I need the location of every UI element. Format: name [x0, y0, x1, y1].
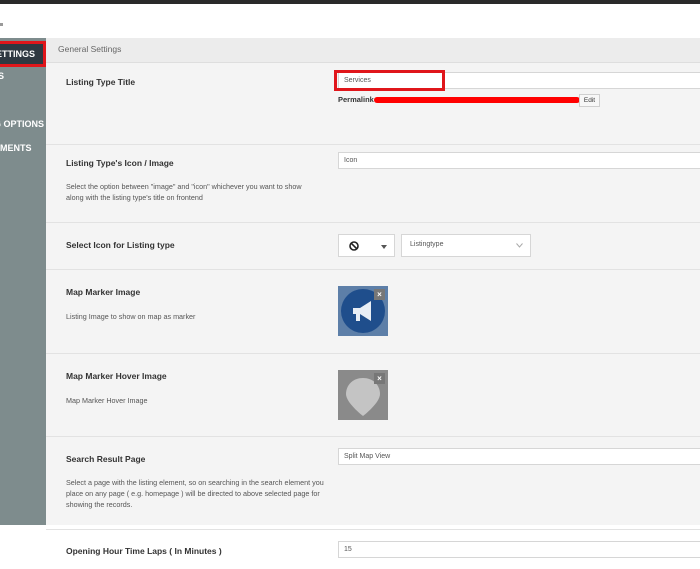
- row-icon-image: Listing Type's Icon / Image Select the o…: [46, 144, 700, 223]
- highlight-box: [0, 41, 46, 67]
- field-label: Listing Type's Icon / Image: [66, 158, 174, 168]
- section-title: General Settings: [58, 44, 122, 54]
- field-label: Search Result Page: [66, 454, 146, 464]
- field-label: Select Icon for Listing type: [66, 240, 175, 250]
- highlight-box: [334, 70, 445, 91]
- row-opening-hour: Opening Hour Time Laps ( In Minutes ) 15: [46, 529, 700, 569]
- field-label: Listing Type Title: [66, 77, 136, 87]
- field-label: Opening Hour Time Laps ( In Minutes ): [66, 546, 222, 556]
- sidebar-item-label: EMENTS: [0, 143, 32, 153]
- sidebar: SETTINGS S G OPTIONS EMENTS: [0, 38, 46, 525]
- remove-hover-marker-button[interactable]: ×: [374, 373, 385, 384]
- icon-picker[interactable]: [338, 234, 395, 257]
- sidebar-item-2[interactable]: S: [0, 65, 46, 87]
- field-label: Map Marker Image: [66, 287, 141, 297]
- edit-permalink-button[interactable]: Edit: [579, 94, 600, 107]
- map-marker-thumbnail[interactable]: ×: [338, 286, 388, 336]
- field-description: Select a page with the listing element, …: [66, 478, 324, 509]
- section-header: General Settings: [46, 38, 700, 63]
- row-map-marker: Map Marker Image Listing Image to show o…: [46, 269, 700, 354]
- redaction-mark: [374, 97, 580, 103]
- permalink-label: Permalink:: [338, 95, 377, 104]
- field-description: Map Marker Hover Image: [66, 396, 148, 405]
- map-marker-hover-thumbnail[interactable]: ×: [338, 370, 388, 420]
- icon-image-select[interactable]: Icon: [338, 152, 700, 169]
- row-select-icon: Select Icon for Listing type Listingtype: [46, 222, 700, 270]
- chevron-down-icon: [516, 243, 523, 248]
- listingtype-select-value: Listingtype: [410, 241, 444, 248]
- remove-marker-button[interactable]: ×: [374, 289, 385, 300]
- breadcrumb-row: [0, 4, 700, 39]
- row-map-marker-hover: Map Marker Hover Image Map Marker Hover …: [46, 353, 700, 437]
- sidebar-item-options[interactable]: G OPTIONS: [0, 113, 46, 135]
- field-label: Map Marker Hover Image: [66, 371, 167, 381]
- field-description: Listing Image to show on map as marker: [66, 312, 196, 321]
- breadcrumb-marker: [0, 23, 3, 26]
- row-search-result-page: Search Result Page Select a page with th…: [46, 436, 700, 530]
- sidebar-item-label: G OPTIONS: [0, 119, 45, 129]
- field-description: Select the option between "image" and "i…: [66, 182, 302, 202]
- main-content: General Settings Listing Type Title Serv…: [46, 38, 700, 558]
- ban-icon: [349, 241, 359, 251]
- listingtype-select[interactable]: Listingtype: [401, 234, 531, 257]
- search-result-page-select[interactable]: Split Map View: [338, 448, 700, 465]
- sidebar-item-elements[interactable]: EMENTS: [0, 137, 46, 159]
- chevron-down-icon: [381, 245, 387, 249]
- opening-hour-input[interactable]: 15: [338, 541, 700, 558]
- sidebar-item-label: S: [0, 71, 5, 81]
